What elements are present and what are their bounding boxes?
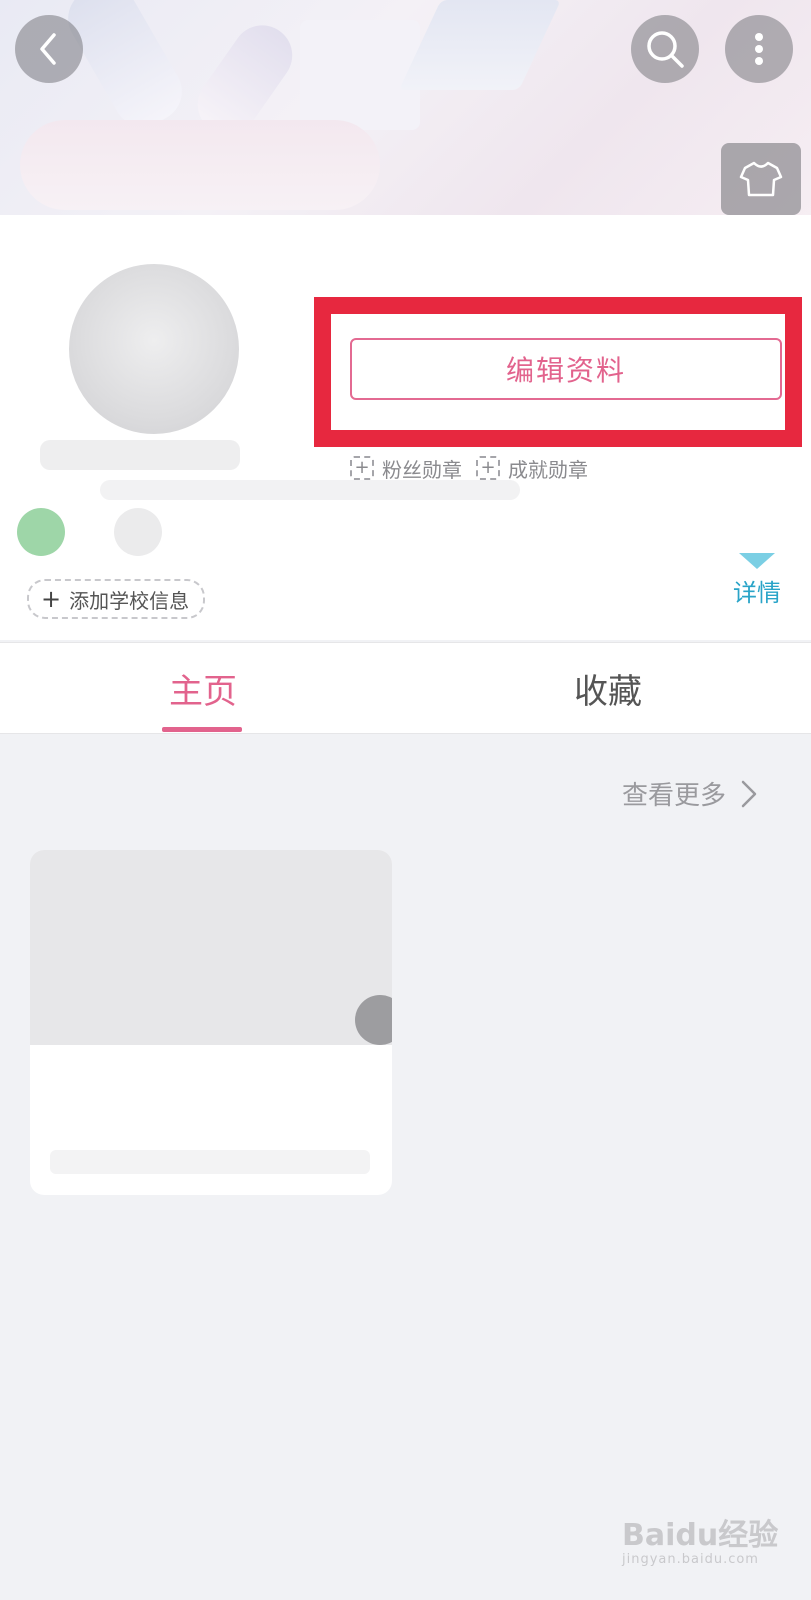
banner-decoration [300,20,420,130]
tag-icon [114,508,162,556]
more-button[interactable] [725,15,793,83]
plus-icon: + [41,585,62,613]
badges-row: + 粉丝勋章 + 成就勋章 [350,450,588,486]
banner-decoration [399,0,561,90]
watermark-brand: Baidu经验 [622,1518,779,1553]
fan-badge[interactable]: + 粉丝勋章 [350,454,462,483]
plus-icon: + [350,456,374,480]
blurred-nickname [40,440,240,470]
search-button[interactable] [631,15,699,83]
watermark-url: jingyan.baidu.com [622,1552,759,1567]
add-school-button[interactable]: + 添加学校信息 [27,579,206,619]
add-school-label: 添加学校信息 [69,588,190,613]
detail-label: 详情 [733,579,781,607]
watermark-logo: Baidu经验 jingyan.baidu.com [622,1510,778,1567]
stat-item[interactable] [520,263,600,277]
tab-favorites[interactable]: 收藏 [405,643,811,733]
plus-icon: + [476,456,500,480]
card-thumbnail [30,850,392,1045]
stat-item[interactable] [380,263,460,277]
change-skin-button[interactable] [721,143,801,215]
banner-decoration [20,120,380,210]
card-body [30,1055,392,1165]
stat-item[interactable] [660,263,740,277]
tab-home-label: 主页 [169,671,237,712]
content-card[interactable] [30,850,392,1195]
tab-home[interactable]: 主页 [0,643,406,733]
active-tab-indicator [162,727,242,732]
fan-badge-label: 粉丝勋章 [382,457,462,482]
banner-decoration [57,0,193,138]
detail-link[interactable]: 详情 [722,553,792,608]
chevron-left-icon [40,33,56,65]
see-more-label: 查看更多 [622,781,727,811]
search-icon [647,31,684,68]
chevron-right-icon [741,780,757,807]
tab-favorites-label: 收藏 [574,671,642,712]
profile-banner [0,0,811,230]
tab-bar: 主页 收藏 [0,642,811,734]
see-more-link[interactable]: 查看更多 [622,775,758,812]
achievement-badge[interactable]: + 成就勋章 [476,454,588,483]
achievement-badge-label: 成就勋章 [508,457,588,482]
highlight-box [314,297,802,447]
avatar[interactable] [65,260,243,438]
more-vertical-icon [755,33,763,65]
triangle-down-icon [739,553,775,569]
card-footer [50,1150,370,1174]
tshirt-icon [739,161,783,197]
back-button[interactable] [15,15,83,83]
tag-icon [17,508,65,556]
